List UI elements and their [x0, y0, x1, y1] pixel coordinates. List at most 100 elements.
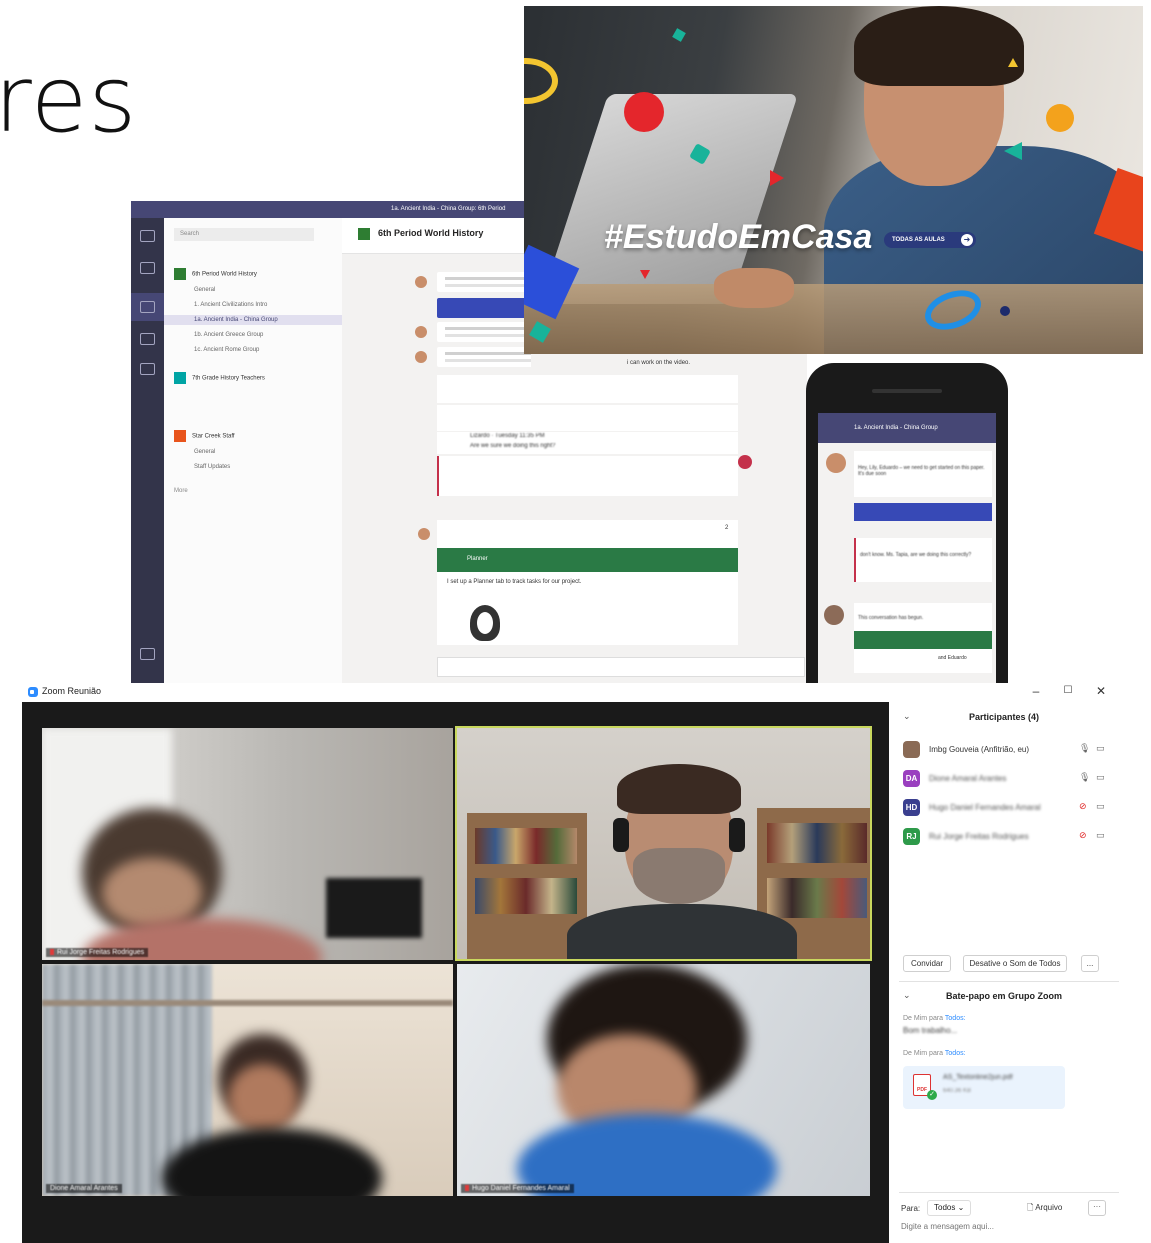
participants-header: Participantes (4) [968, 712, 1040, 722]
team-item-2[interactable]: 7th Grade History Teachers [174, 372, 265, 384]
participant-name: Imbg Gouveia (Anfitrião, eu) [929, 745, 1030, 754]
avatar: HD [903, 799, 920, 816]
team-avatar [174, 430, 186, 442]
camera-icon[interactable]: ▭ [1096, 801, 1105, 812]
calls-icon[interactable] [140, 363, 155, 375]
message [437, 375, 738, 403]
like-count: 2 [725, 525, 729, 531]
teams-icon[interactable] [140, 301, 155, 313]
books-row [475, 878, 577, 914]
more-options-button[interactable]: ... [1081, 955, 1099, 972]
headphone-right [729, 818, 745, 852]
person-face [228, 1064, 298, 1134]
avatar [415, 276, 427, 288]
participant-name: Dione Amaral Arantes [929, 774, 1007, 783]
avatar: RJ [903, 828, 920, 845]
phone-mockup: 1a. Ancient India - China Group Hey, Lil… [806, 363, 1008, 683]
message-card [437, 298, 531, 318]
participant-row[interactable]: DA Dione Amaral Arantes 🎙 ▭ [903, 770, 1118, 788]
message-text: I set up a Planner tab to track tasks fo… [447, 579, 582, 585]
channel-item-selected[interactable]: 1a. Ancient India - China Group [194, 317, 278, 323]
file-size: 640.36 KB [943, 1088, 972, 1094]
participant-row[interactable]: RJ Rui Jorge Freitas Rodrigues ⊘ ▭ [903, 828, 1118, 846]
participant-row[interactable]: Imbg Gouveia (Anfitrião, eu) 🎙 ▭ [903, 741, 1118, 759]
teal-triangle-shape [1004, 142, 1022, 160]
camera-icon[interactable]: ▭ [1096, 743, 1105, 754]
channel-item[interactable]: 1c. Ancient Rome Group [194, 347, 259, 353]
microphone-icon[interactable]: 🎙 [1079, 772, 1090, 783]
phone-message: don't know. Ms. Tapia, are we doing this… [854, 538, 992, 582]
red-triangle-shape [770, 170, 784, 186]
file-name: AS_Textonline2jun.pdf [943, 1074, 1013, 1081]
participant-name: Rui Jorge Freitas Rodrigues [929, 832, 1029, 841]
close-button[interactable]: ✕ [1091, 684, 1111, 698]
planner-tab-card[interactable]: Planner [437, 548, 738, 572]
message [437, 272, 531, 292]
channel-item[interactable]: 1. Ancient Civilizations Intro [194, 302, 267, 308]
minimize-button[interactable]: – [1026, 684, 1046, 698]
activity-icon[interactable] [140, 230, 155, 242]
zoom-gallery-view: Rui Jorge Freitas Rodrigues Dione Amaral… [22, 702, 889, 1243]
microphone-muted-icon[interactable]: ⊘ [1079, 801, 1087, 812]
yellow-triangle-shape [1008, 58, 1018, 67]
zoom-window-title: Zoom Reunião [42, 686, 102, 696]
camera-icon[interactable]: ▭ [1096, 830, 1105, 841]
meetings-icon[interactable] [140, 333, 155, 345]
to-label: Para: [901, 1204, 921, 1213]
file-icon: 🗋 [1027, 1203, 1034, 1212]
avatar [418, 528, 430, 540]
more-link[interactable]: More [174, 488, 188, 494]
check-icon: ✓ [927, 1090, 937, 1100]
message [437, 347, 531, 367]
channel-item[interactable]: General [194, 287, 215, 293]
help-icon[interactable] [140, 648, 155, 660]
microphone-muted-icon[interactable]: ⊘ [1079, 830, 1087, 841]
avatar: DA [903, 770, 920, 787]
channel-header-title: 6th Period World History [378, 228, 484, 238]
video-tile-4[interactable]: Hugo Daniel Fernandes Amaral [457, 964, 870, 1196]
file-button[interactable]: 🗋 Arquivo [1027, 1202, 1062, 1216]
video-tile-2-active-speaker[interactable] [455, 726, 872, 961]
file-attachment-card[interactable]: PDF ✓ AS_Textonline2jun.pdf 640.36 KB [903, 1066, 1065, 1109]
avatar [826, 453, 846, 473]
channel-item[interactable]: Staff Updates [194, 464, 230, 470]
phone-card-green[interactable] [854, 631, 992, 649]
books-row [475, 828, 577, 864]
todas-as-aulas-button[interactable]: TODAS AS AULAS ➜ [884, 232, 976, 248]
estudo-em-casa-banner: #EstudoEmCasa TODAS AS AULAS ➜ [524, 6, 1143, 354]
phone-card-blue[interactable] [854, 503, 992, 521]
maximize-button[interactable]: ☐ [1058, 685, 1078, 696]
mute-all-button[interactable]: Desative o Som de Todos [963, 955, 1067, 972]
phone-channel-header: 1a. Ancient India - China Group [818, 413, 996, 443]
avatar [415, 326, 427, 338]
teams-compose-box[interactable] [437, 657, 805, 677]
teams-titlebar: 1a. Ancient India - China Group: 6th Per… [131, 201, 531, 218]
red-circle-shape [624, 92, 664, 132]
estudo-em-casa-hashtag: #EstudoEmCasa [604, 218, 873, 256]
chat-message-meta: De Mim para Todos: [903, 1015, 966, 1022]
speaker-hair [617, 764, 741, 814]
reaction-badge [738, 455, 752, 469]
teams-search-input[interactable]: Search [174, 228, 314, 241]
channel-header: 6th Period World History [342, 218, 531, 254]
chat-message-input[interactable] [901, 1222, 1101, 1231]
channel-item[interactable]: General [194, 449, 215, 455]
invite-button[interactable]: Convidar [903, 955, 951, 972]
participant-row[interactable]: HD Hugo Daniel Fernandes Amaral ⊘ ▭ [903, 799, 1118, 817]
avatar [824, 605, 844, 625]
teams-app-rail [131, 218, 164, 683]
team-item-1[interactable]: 6th Period World History [174, 268, 257, 280]
navy-dot-shape [1000, 306, 1010, 316]
chat-header: Bate-papo em Grupo Zoom [945, 991, 1062, 1001]
video-tile-1[interactable]: Rui Jorge Freitas Rodrigues [42, 728, 453, 960]
microphone-icon[interactable]: 🎙 [1079, 743, 1090, 754]
chat-icon[interactable] [140, 262, 155, 274]
chat-more-button[interactable]: ··· [1088, 1200, 1106, 1216]
channel-item[interactable]: 1b. Ancient Greece Group [194, 332, 263, 338]
team-item-3[interactable]: Star Creek Staff [174, 430, 235, 442]
phone-speaker [872, 389, 942, 393]
camera-icon[interactable]: ▭ [1096, 772, 1105, 783]
video-tile-3[interactable]: Dione Amaral Arantes [42, 964, 453, 1196]
message-mention [437, 456, 738, 496]
recipient-select[interactable]: Todos ⌄ [927, 1200, 972, 1216]
